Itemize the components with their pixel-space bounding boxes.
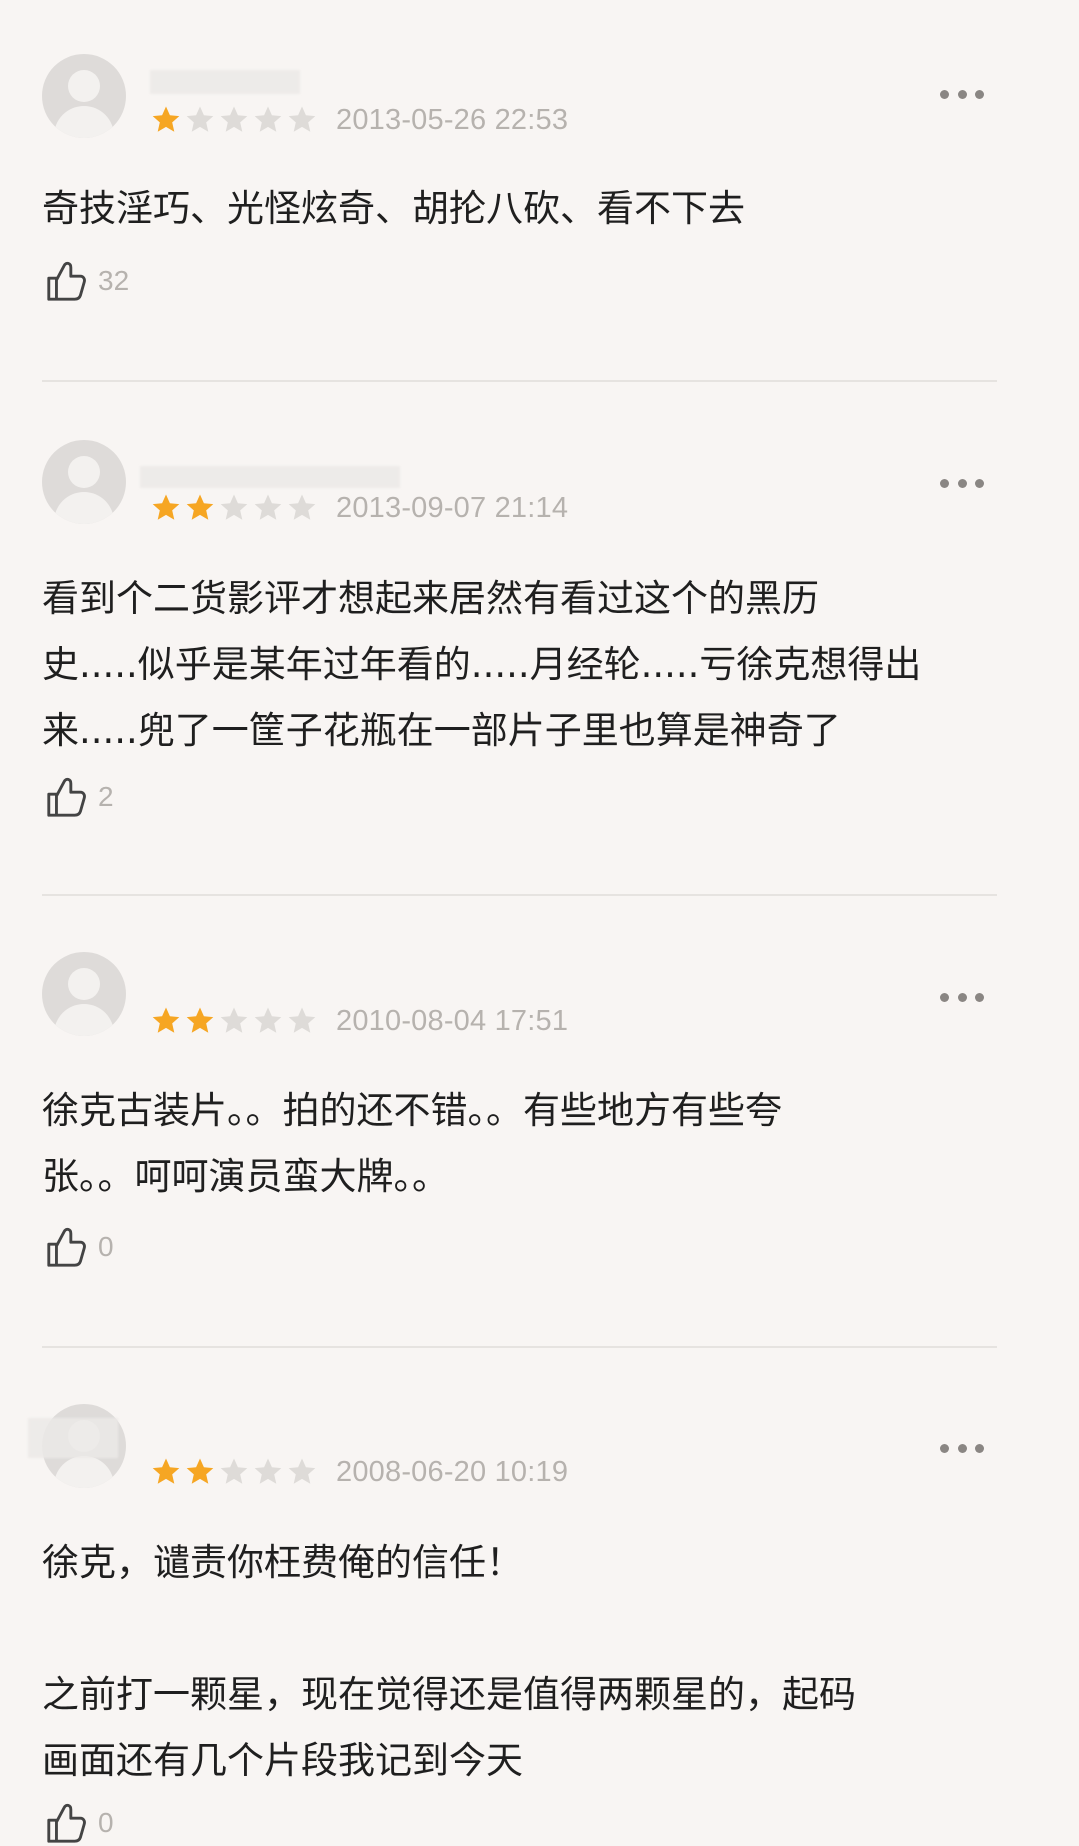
review-date: 2008-06-20 10:19 <box>336 1455 569 1488</box>
review-date: 2013-09-07 21:14 <box>336 491 569 524</box>
review-text: 徐克古装片。。拍的还不错。。有些地方有些夸 张。。呵呵演员蛮大牌。。 <box>42 1089 782 1198</box>
like-count: 2 <box>98 781 114 812</box>
star-empty-icon <box>220 1007 248 1033</box>
divider <box>42 894 997 896</box>
star-empty-icon <box>220 494 248 520</box>
star-empty-icon <box>288 494 316 520</box>
star-empty-icon <box>288 106 316 132</box>
more-dots-icon[interactable] <box>940 86 984 102</box>
more-dots-icon[interactable] <box>940 989 984 1005</box>
star-empty-icon <box>254 1007 282 1033</box>
star-filled-icon <box>152 494 180 520</box>
more-dots-icon[interactable] <box>940 1440 984 1456</box>
review-date: 2013-05-26 22:53 <box>336 103 569 136</box>
like-button[interactable]: 2 <box>44 774 114 820</box>
star-empty-icon <box>220 1458 248 1484</box>
review-meta: 2008-06-20 10:19 <box>150 1452 568 1492</box>
thumbs-up-icon <box>47 1803 86 1843</box>
star-filled-icon <box>152 106 180 132</box>
avatar[interactable] <box>42 952 126 1036</box>
thumbs-up-icon <box>47 261 86 301</box>
review-date: 2010-08-04 17:51 <box>336 1004 569 1037</box>
star-empty-icon <box>254 494 282 520</box>
review-text: 奇技淫巧、光怪炫奇、胡抡八砍、看不下去 <box>42 187 745 230</box>
rating-stars <box>150 104 318 136</box>
star-filled-icon <box>152 1007 180 1033</box>
star-empty-icon <box>220 106 248 132</box>
avatar[interactable] <box>42 440 126 524</box>
rating-stars <box>150 1005 318 1037</box>
like-count: 0 <box>98 1807 114 1838</box>
review-text: 看到个二货影评才想起来居然有看过这个的黑历 史.....似乎是某年过年看的...… <box>42 577 922 752</box>
reviews-page: 2013-05-26 22:53 奇技淫巧、光怪炫奇、胡抡八砍、看不下去 32 … <box>0 0 1079 1845</box>
redacted-username <box>150 70 300 94</box>
rating-stars <box>150 1456 318 1488</box>
star-filled-icon <box>186 1458 214 1484</box>
like-button[interactable]: 0 <box>44 1224 114 1270</box>
avatar[interactable] <box>42 54 126 138</box>
like-button[interactable]: 32 <box>44 258 129 304</box>
star-empty-icon <box>288 1007 316 1033</box>
divider <box>42 1346 997 1348</box>
star-empty-icon <box>288 1458 316 1484</box>
review-text: 徐克，谴责你枉费俺的信任！ 之前打一颗星，现在觉得还是值得两颗星的，起码 画面还… <box>42 1541 856 1782</box>
star-filled-icon <box>186 1007 214 1033</box>
star-filled-icon <box>152 1458 180 1484</box>
review-meta: 2010-08-04 17:51 <box>150 1001 568 1041</box>
star-empty-icon <box>186 106 214 132</box>
star-empty-icon <box>254 106 282 132</box>
star-filled-icon <box>186 494 214 520</box>
more-dots-icon[interactable] <box>940 475 984 491</box>
like-button[interactable]: 0 <box>44 1800 114 1846</box>
rating-stars <box>150 492 318 524</box>
redacted-username <box>140 466 400 488</box>
divider <box>42 380 997 382</box>
like-count: 0 <box>98 1231 114 1262</box>
like-count: 32 <box>98 265 130 296</box>
review-meta: 2013-05-26 22:53 <box>150 100 568 140</box>
redacted-username <box>28 1418 118 1458</box>
review-meta: 2013-09-07 21:14 <box>150 488 568 528</box>
thumbs-up-icon <box>47 1227 86 1267</box>
thumbs-up-icon <box>47 777 86 817</box>
star-empty-icon <box>254 1458 282 1484</box>
